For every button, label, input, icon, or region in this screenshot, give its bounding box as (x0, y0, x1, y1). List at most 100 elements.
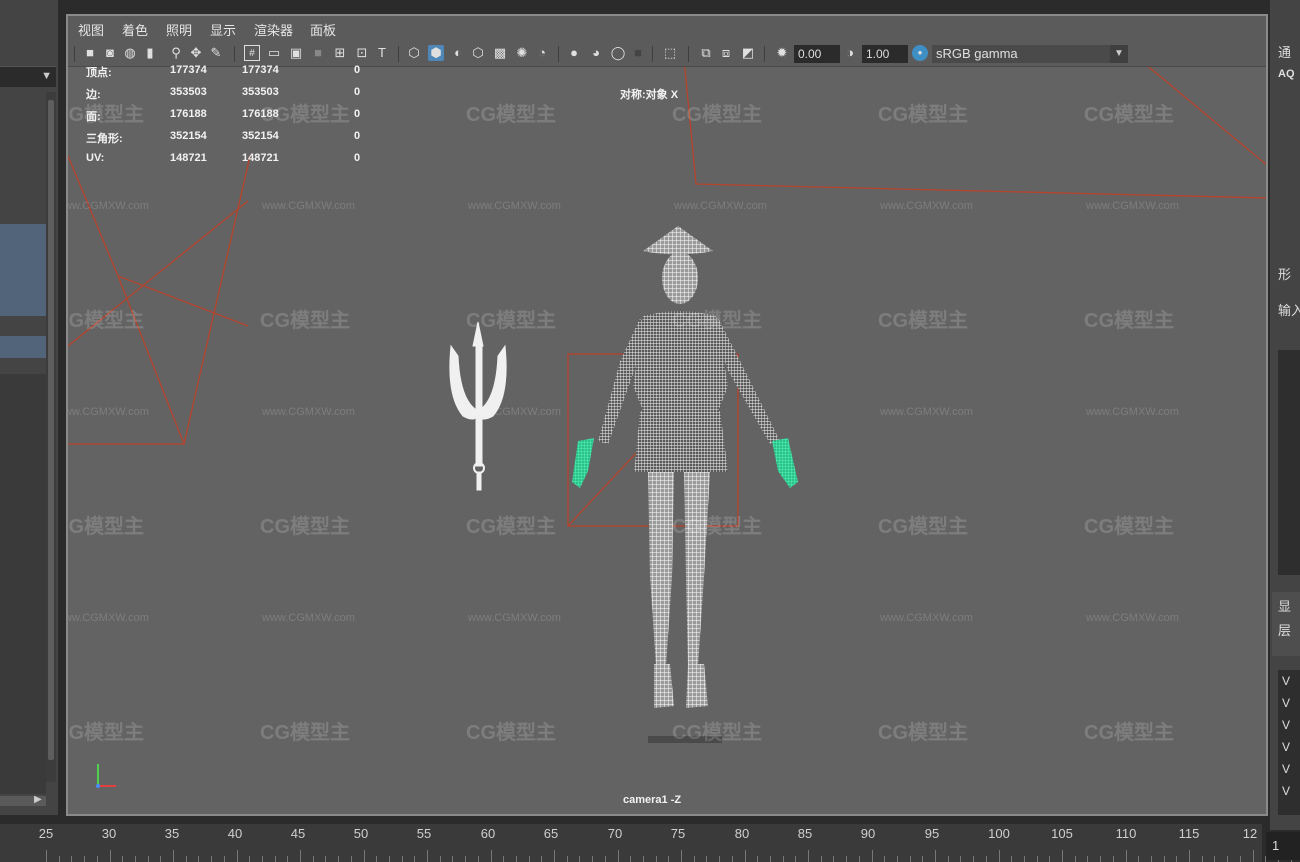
hud-value: 0 (354, 64, 361, 76)
gate-mask-icon[interactable]: ■ (310, 45, 326, 61)
camera-name-label: camera1 -Z (623, 794, 682, 806)
timeline-tick (630, 856, 632, 862)
lights-icon[interactable]: ✺ (514, 45, 530, 61)
outliner-selected-item-2[interactable] (0, 336, 46, 358)
layer-visibility-toggle[interactable]: V (1282, 696, 1290, 710)
grid-icon[interactable]: # (244, 45, 260, 61)
timeline-tick (46, 850, 47, 862)
color-management-icon[interactable]: ● (912, 45, 928, 61)
timeline-tick (655, 856, 657, 862)
default-material-icon[interactable]: ◐ (450, 45, 466, 61)
attribute-list (1278, 350, 1300, 575)
color-space-dropdown[interactable]: sRGB gamma ▼ (932, 45, 1128, 63)
layer-visibility-toggle[interactable]: V (1282, 674, 1290, 688)
layer-visibility-toggle[interactable]: V (1282, 784, 1290, 798)
timeline-tick (554, 850, 555, 862)
channel-box-tab[interactable]: 通 (1278, 42, 1291, 61)
outliner-dropdown[interactable]: ▼ (0, 66, 56, 87)
timeline-tick (604, 856, 606, 862)
timeline-tick (528, 856, 530, 862)
shape-label: 形 (1278, 267, 1292, 282)
xray-joints-icon[interactable]: ⧈ (718, 45, 734, 61)
isolate-select-icon[interactable]: ⬚ (662, 45, 678, 61)
timeline-tick (312, 856, 314, 862)
gamma-field[interactable]: 1.00 (862, 45, 908, 63)
hud-value: 177374 (170, 64, 207, 76)
safe-title-icon[interactable]: T (374, 45, 390, 61)
2d-pan-icon[interactable]: ✥ (188, 45, 204, 61)
outliner-scrollbar[interactable] (46, 92, 56, 782)
timeline-tick (1049, 856, 1051, 862)
timeline-tick (477, 856, 479, 862)
timeline-tick-label: 12 (1242, 826, 1258, 841)
image-plane-icon[interactable]: ⚲ (168, 45, 184, 61)
menu-panels[interactable]: 面板 (310, 20, 336, 39)
timeline-tick (846, 856, 848, 862)
exposure-icon[interactable]: ✹ (774, 45, 790, 61)
camera-attributes-icon[interactable]: ◍ (122, 45, 138, 61)
exposure-field[interactable]: 0.00 (794, 45, 840, 63)
timeline-tick-label: 70 (607, 826, 623, 841)
grease-pencil-icon[interactable]: ✎ (208, 45, 224, 61)
layer-visibility-toggle[interactable]: V (1282, 718, 1290, 732)
timeline-tick-label: 90 (860, 826, 876, 841)
screen-space-ao-icon[interactable]: ● (566, 45, 582, 61)
display-label[interactable]: 显 (1278, 596, 1291, 615)
layer-list: V V V V V V (1278, 670, 1300, 815)
trident-mesh[interactable] (449, 321, 507, 491)
resolution-gate-icon[interactable]: ▣ (288, 45, 304, 61)
wireframe-icon[interactable]: ⬡ (406, 45, 422, 61)
timeline-tick (414, 856, 416, 862)
timeline-tick-label: 105 (1051, 826, 1073, 841)
time-slider[interactable]: 25 30 35 40 45 50 55 60 65 70 75 80 85 9… (0, 824, 1292, 862)
bookmark-icon[interactable]: ▮ (142, 45, 158, 61)
depth-of-field-icon[interactable]: ■ (630, 45, 646, 61)
timeline-tick (693, 856, 695, 862)
timeline-tick (808, 850, 809, 862)
timeline-tick (642, 856, 644, 862)
current-frame-field[interactable]: 1 (1266, 832, 1300, 860)
menu-view[interactable]: 视图 (78, 20, 104, 39)
shadows-icon[interactable]: ◔ (534, 45, 550, 61)
field-chart-icon[interactable]: ⊞ (332, 45, 348, 61)
smooth-shade-icon[interactable]: ⬢ (428, 45, 444, 61)
timeline-tick (147, 856, 149, 862)
textured-icon[interactable]: ▩ (492, 45, 508, 61)
outliner-panel: ▼ ▶ (0, 0, 58, 815)
motion-blur-icon[interactable]: ◕ (588, 45, 604, 61)
timeline-tick (1112, 856, 1114, 862)
scrollbar-thumb[interactable] (48, 100, 54, 760)
menu-shading[interactable]: 着色 (122, 20, 148, 39)
hud-value: 0 (354, 86, 361, 98)
hud-label: 三角形: (86, 133, 123, 145)
timeline-tick (350, 856, 352, 862)
xray-icon[interactable]: ⧉ (698, 45, 714, 61)
timeline-tick (1011, 856, 1013, 862)
layer-visibility-toggle[interactable]: V (1282, 762, 1290, 776)
symmetry-label: 对称:对象 X (620, 89, 679, 101)
timeline-tick (744, 850, 746, 862)
xray-active-icon[interactable]: ◩ (740, 45, 756, 61)
camera-select-icon[interactable]: ■ (82, 45, 98, 61)
safe-action-icon[interactable]: ⊡ (354, 45, 370, 61)
timeline-tick-label: 75 (670, 826, 686, 841)
menu-renderer[interactable]: 渲染器 (254, 20, 293, 39)
layer-label[interactable]: 层 (1278, 620, 1291, 639)
camera-lock-icon[interactable]: ◙ (102, 45, 118, 61)
menu-show[interactable]: 显示 (210, 20, 236, 39)
menu-lighting[interactable]: 照明 (166, 20, 192, 39)
timeline-tick (376, 856, 378, 862)
layer-visibility-toggle[interactable]: V (1282, 740, 1290, 754)
outliner-selected-item[interactable] (0, 224, 46, 316)
timeline-tick (160, 856, 162, 862)
scroll-right-icon[interactable]: ▶ (34, 794, 42, 805)
timeline-tick (1036, 856, 1038, 862)
timeline-tick (1227, 856, 1229, 862)
anti-aliasing-icon[interactable]: ◯ (610, 45, 626, 61)
timeline-tick (401, 856, 403, 862)
gamma-icon[interactable]: ◑ (842, 45, 858, 61)
timeline-tick (566, 856, 568, 862)
film-gate-icon[interactable]: ▭ (266, 45, 282, 61)
viewport-panel[interactable]: CG模型主 CG模型主 CG模型主 CG模型主 CG模型主 CG模型主 www.… (66, 14, 1268, 816)
wireframe-on-shaded-icon[interactable]: ⬡ (470, 45, 486, 61)
